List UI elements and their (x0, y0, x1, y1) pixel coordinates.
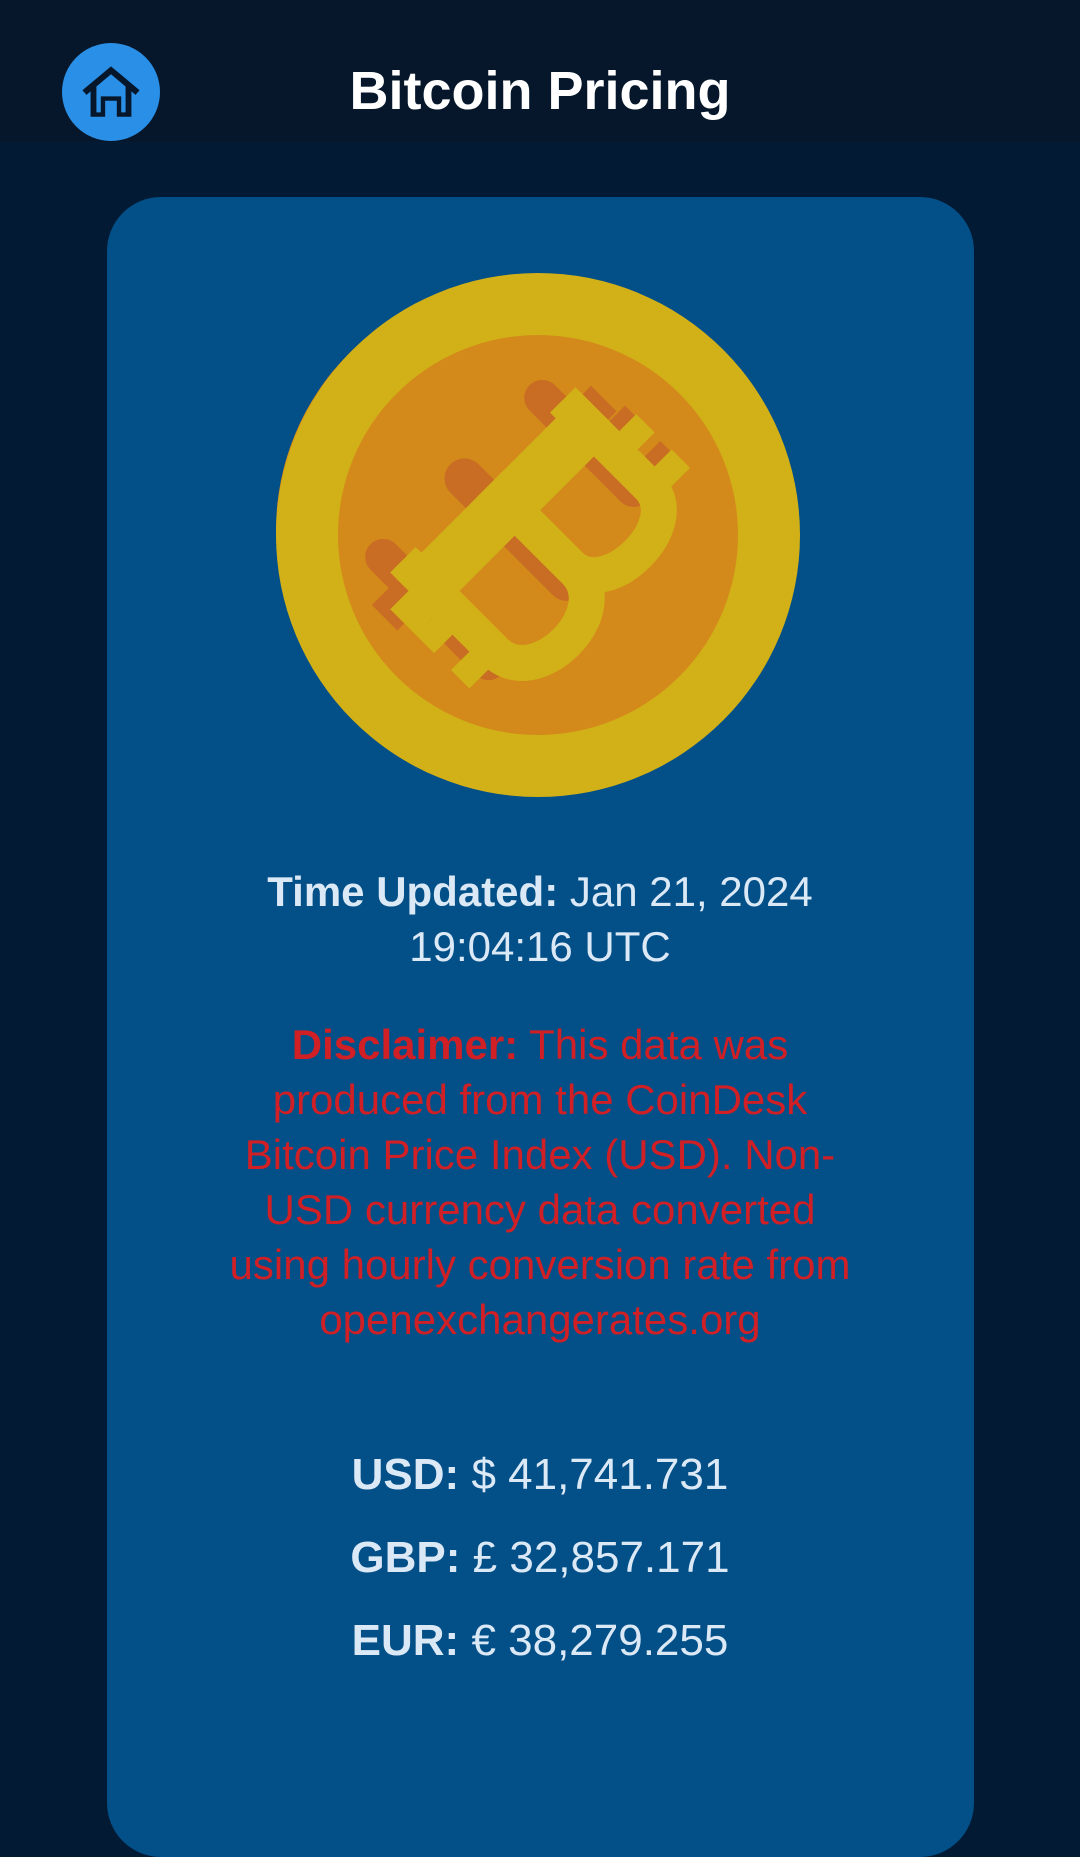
price-row-gbp: GBP: £ 32,857.171 (220, 1530, 860, 1613)
price-row-eur: EUR: € 38,279.255 (220, 1613, 860, 1696)
disclaimer-label: Disclaimer: (291, 1021, 519, 1068)
disclaimer: Disclaimer: This data was produced from … (220, 1017, 860, 1347)
price-value: € 38,279.255 (471, 1616, 729, 1665)
disclaimer-text: This data was produced from the CoinDesk… (229, 1021, 851, 1343)
price-label: EUR: (351, 1616, 460, 1665)
bitcoin-coin-icon (276, 273, 800, 797)
price-label: USD: (351, 1450, 460, 1499)
time-updated: Time Updated: Jan 21, 2024 19:04:16 UTC (220, 864, 860, 974)
app-bar: Bitcoin Pricing (0, 0, 1080, 142)
price-value: $ 41,741.731 (471, 1450, 729, 1499)
price-label: GBP: (350, 1533, 461, 1582)
time-updated-label: Time Updated: (267, 868, 559, 915)
page-title: Bitcoin Pricing (349, 61, 731, 121)
price-row-usd: USD: $ 41,741.731 (220, 1447, 860, 1530)
price-list: USD: $ 41,741.731 GBP: £ 32,857.171 EUR:… (220, 1447, 860, 1696)
price-value: £ 32,857.171 (472, 1533, 730, 1582)
